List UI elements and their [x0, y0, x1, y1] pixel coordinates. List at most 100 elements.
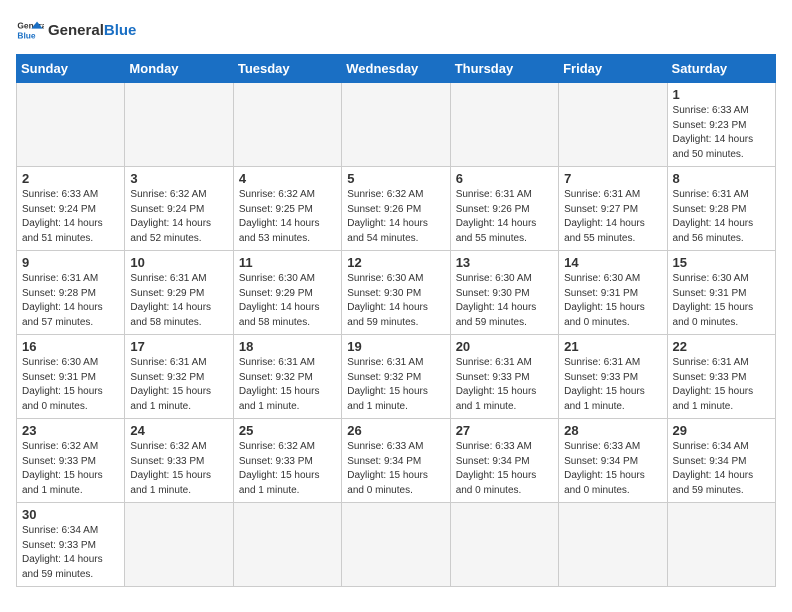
calendar-cell: 28 Sunrise: 6:33 AM Sunset: 9:34 PM Dayli…: [559, 419, 667, 503]
day-number: 2: [22, 171, 119, 186]
calendar-cell: [125, 503, 233, 587]
day-number: 5: [347, 171, 444, 186]
calendar-cell: 12 Sunrise: 6:30 AM Sunset: 9:30 PM Dayli…: [342, 251, 450, 335]
calendar-cell: 15 Sunrise: 6:30 AM Sunset: 9:31 PM Dayli…: [667, 251, 775, 335]
calendar-cell: [125, 83, 233, 167]
calendar-cell: 18Sunrise: 6:31 AM Sunset: 9:32 PM Dayli…: [233, 335, 341, 419]
calendar-week-3: 9 Sunrise: 6:31 AM Sunset: 9:28 PM Daylig…: [17, 251, 776, 335]
calendar-cell: 11 Sunrise: 6:30 AM Sunset: 9:29 PM Dayli…: [233, 251, 341, 335]
day-info: Sunrise: 6:31 AM Sunset: 9:33 PM Dayligh…: [456, 356, 553, 414]
day-number: 11: [239, 255, 336, 270]
calendar-cell: 9 Sunrise: 6:31 AM Sunset: 9:28 PM Daylig…: [17, 251, 125, 335]
calendar-cell: [667, 503, 775, 587]
calendar-cell: 7Sunrise: 6:31 AM Sunset: 9:27 PM Daylig…: [559, 167, 667, 251]
calendar-header-row: SundayMondayTuesdayWednesdayThursdayFrid…: [17, 55, 776, 83]
day-info: Sunrise: 6:31 AM Sunset: 9:33 PM Dayligh…: [564, 356, 661, 414]
day-info: Sunrise: 6:31 AM Sunset: 9:32 PM Dayligh…: [347, 356, 444, 414]
calendar-cell: 8Sunrise: 6:31 AM Sunset: 9:28 PM Daylig…: [667, 167, 775, 251]
day-info: Sunrise: 6:31 AM Sunset: 9:29 PM Dayligh…: [130, 272, 227, 330]
calendar-header-monday: Monday: [125, 55, 233, 83]
day-info: Sunrise: 6:30 AM Sunset: 9:29 PM Dayligh…: [239, 272, 336, 330]
day-info: Sunrise: 6:32 AM Sunset: 9:25 PM Dayligh…: [239, 188, 336, 246]
day-number: 14: [564, 255, 661, 270]
day-number: 19: [347, 339, 444, 354]
logo-text: GeneralBlue: [48, 22, 136, 39]
day-info: Sunrise: 6:33 AM Sunset: 9:34 PM Dayligh…: [347, 440, 444, 498]
day-info: Sunrise: 6:33 AM Sunset: 9:34 PM Dayligh…: [456, 440, 553, 498]
calendar-table: SundayMondayTuesdayWednesdayThursdayFrid…: [16, 54, 776, 587]
day-info: Sunrise: 6:33 AM Sunset: 9:34 PM Dayligh…: [564, 440, 661, 498]
calendar-header-wednesday: Wednesday: [342, 55, 450, 83]
calendar-header-sunday: Sunday: [17, 55, 125, 83]
calendar-cell: 19 Sunrise: 6:31 AM Sunset: 9:32 PM Dayli…: [342, 335, 450, 419]
day-info: Sunrise: 6:31 AM Sunset: 9:28 PM Dayligh…: [22, 272, 119, 330]
day-info: Sunrise: 6:31 AM Sunset: 9:32 PM Dayligh…: [239, 356, 336, 414]
day-number: 28: [564, 423, 661, 438]
calendar-cell: [450, 503, 558, 587]
day-info: Sunrise: 6:33 AM Sunset: 9:23 PM Dayligh…: [673, 104, 770, 162]
day-info: Sunrise: 6:32 AM Sunset: 9:33 PM Dayligh…: [130, 440, 227, 498]
day-number: 24: [130, 423, 227, 438]
day-info: Sunrise: 6:30 AM Sunset: 9:31 PM Dayligh…: [22, 356, 119, 414]
day-info: Sunrise: 6:32 AM Sunset: 9:33 PM Dayligh…: [22, 440, 119, 498]
calendar-cell: 4 Sunrise: 6:32 AM Sunset: 9:25 PM Daylig…: [233, 167, 341, 251]
day-number: 22: [673, 339, 770, 354]
day-info: Sunrise: 6:33 AM Sunset: 9:24 PM Dayligh…: [22, 188, 119, 246]
day-info: Sunrise: 6:32 AM Sunset: 9:26 PM Dayligh…: [347, 188, 444, 246]
day-info: Sunrise: 6:31 AM Sunset: 9:33 PM Dayligh…: [673, 356, 770, 414]
day-number: 3: [130, 171, 227, 186]
calendar-cell: 6Sunrise: 6:31 AM Sunset: 9:26 PM Daylig…: [450, 167, 558, 251]
day-number: 21: [564, 339, 661, 354]
day-number: 16: [22, 339, 119, 354]
calendar-cell: [17, 83, 125, 167]
day-info: Sunrise: 6:30 AM Sunset: 9:30 PM Dayligh…: [347, 272, 444, 330]
calendar-cell: [559, 503, 667, 587]
calendar-cell: 20 Sunrise: 6:31 AM Sunset: 9:33 PM Dayli…: [450, 335, 558, 419]
day-number: 1: [673, 87, 770, 102]
calendar-week-5: 23 Sunrise: 6:32 AM Sunset: 9:33 PM Dayli…: [17, 419, 776, 503]
day-number: 13: [456, 255, 553, 270]
calendar-header-tuesday: Tuesday: [233, 55, 341, 83]
calendar-cell: 5 Sunrise: 6:32 AM Sunset: 9:26 PM Daylig…: [342, 167, 450, 251]
calendar-cell: 13 Sunrise: 6:30 AM Sunset: 9:30 PM Dayli…: [450, 251, 558, 335]
day-number: 27: [456, 423, 553, 438]
calendar-cell: 21 Sunrise: 6:31 AM Sunset: 9:33 PM Dayli…: [559, 335, 667, 419]
day-number: 4: [239, 171, 336, 186]
calendar-week-2: 2 Sunrise: 6:33 AM Sunset: 9:24 PM Daylig…: [17, 167, 776, 251]
day-number: 15: [673, 255, 770, 270]
calendar-cell: [559, 83, 667, 167]
day-number: 20: [456, 339, 553, 354]
svg-text:Blue: Blue: [17, 30, 35, 40]
day-number: 10: [130, 255, 227, 270]
day-info: Sunrise: 6:30 AM Sunset: 9:31 PM Dayligh…: [564, 272, 661, 330]
page-header: General Blue GeneralBlue: [16, 16, 776, 44]
calendar-week-6: 30Sunrise: 6:34 AM Sunset: 9:33 PM Dayli…: [17, 503, 776, 587]
calendar-header-saturday: Saturday: [667, 55, 775, 83]
calendar-cell: 2 Sunrise: 6:33 AM Sunset: 9:24 PM Daylig…: [17, 167, 125, 251]
day-info: Sunrise: 6:31 AM Sunset: 9:32 PM Dayligh…: [130, 356, 227, 414]
calendar-cell: 30Sunrise: 6:34 AM Sunset: 9:33 PM Dayli…: [17, 503, 125, 587]
day-number: 30: [22, 507, 119, 522]
calendar-cell: [342, 503, 450, 587]
day-info: Sunrise: 6:34 AM Sunset: 9:34 PM Dayligh…: [673, 440, 770, 498]
calendar-cell: 10 Sunrise: 6:31 AM Sunset: 9:29 PM Dayli…: [125, 251, 233, 335]
day-number: 17: [130, 339, 227, 354]
day-number: 9: [22, 255, 119, 270]
calendar-header-friday: Friday: [559, 55, 667, 83]
day-number: 23: [22, 423, 119, 438]
day-number: 29: [673, 423, 770, 438]
day-info: Sunrise: 6:32 AM Sunset: 9:24 PM Dayligh…: [130, 188, 227, 246]
day-info: Sunrise: 6:30 AM Sunset: 9:31 PM Dayligh…: [673, 272, 770, 330]
calendar-header-thursday: Thursday: [450, 55, 558, 83]
day-info: Sunrise: 6:31 AM Sunset: 9:28 PM Dayligh…: [673, 188, 770, 246]
day-number: 25: [239, 423, 336, 438]
day-info: Sunrise: 6:30 AM Sunset: 9:30 PM Dayligh…: [456, 272, 553, 330]
day-number: 26: [347, 423, 444, 438]
calendar-cell: [233, 83, 341, 167]
day-number: 12: [347, 255, 444, 270]
logo: General Blue GeneralBlue: [16, 16, 136, 44]
calendar-cell: 3 Sunrise: 6:32 AM Sunset: 9:24 PM Daylig…: [125, 167, 233, 251]
day-number: 6: [456, 171, 553, 186]
calendar-cell: [233, 503, 341, 587]
day-info: Sunrise: 6:31 AM Sunset: 9:27 PM Dayligh…: [564, 188, 661, 246]
